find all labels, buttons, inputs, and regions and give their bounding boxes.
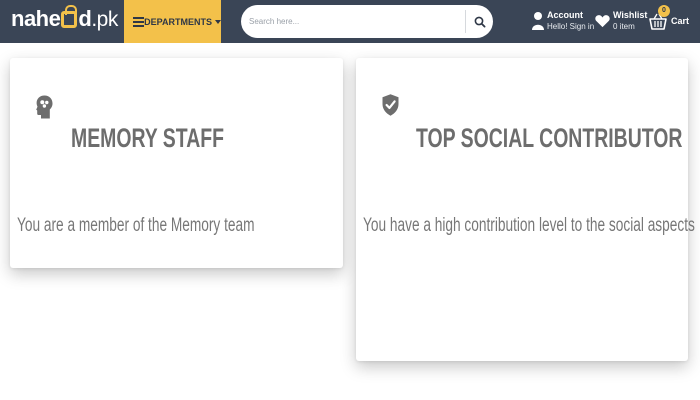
departments-label: DEPARTMENTS bbox=[144, 16, 212, 27]
heart-icon bbox=[595, 15, 610, 28]
search-input[interactable] bbox=[241, 5, 465, 38]
site-logo[interactable]: nahe d .pk bbox=[11, 5, 118, 36]
logo-text-tail: .pk bbox=[91, 8, 118, 31]
wishlist-title: Wishlist bbox=[613, 10, 648, 20]
badge-card-memory-staff: MEMORY STAFF You are a member of the Mem… bbox=[10, 58, 343, 268]
shield-check-icon bbox=[382, 94, 399, 116]
brain-head-icon bbox=[36, 95, 53, 119]
top-header: nahe d .pk DEPARTMENTS Account Hello! Si… bbox=[0, 0, 700, 43]
account-subtitle: Hello! Sign in bbox=[547, 22, 595, 31]
logo-text-part1: nahe bbox=[11, 6, 61, 31]
badge-description: You are a member of the Memory team bbox=[17, 215, 255, 236]
badge-description: You have a high contribution level to th… bbox=[363, 215, 695, 236]
account-link[interactable]: Account Hello! Sign in bbox=[532, 6, 594, 36]
cart-label: Cart bbox=[671, 16, 690, 26]
search-icon[interactable] bbox=[473, 15, 487, 29]
cart-link[interactable]: 0 Cart bbox=[649, 5, 690, 36]
search-bar bbox=[241, 5, 493, 38]
caret-down-icon bbox=[215, 19, 221, 24]
badge-title: MEMORY STAFF bbox=[71, 123, 224, 153]
badge-card-top-social-contributor: TOP SOCIAL CONTRIBUTOR You have a high c… bbox=[356, 58, 695, 361]
wishlist-link[interactable]: Wishlist 0 item bbox=[595, 6, 647, 36]
search-divider bbox=[465, 10, 466, 33]
badge-title: TOP SOCIAL CONTRIBUTOR bbox=[416, 123, 683, 153]
user-icon bbox=[532, 12, 544, 30]
lock-icon bbox=[61, 5, 78, 28]
account-title: Account bbox=[547, 10, 583, 20]
departments-button[interactable]: DEPARTMENTS bbox=[124, 0, 221, 43]
cart-count-badge: 0 bbox=[658, 5, 670, 17]
logo-text-part2: d bbox=[78, 6, 92, 31]
wishlist-subtitle: 0 item bbox=[613, 22, 635, 31]
hamburger-icon bbox=[133, 17, 144, 27]
